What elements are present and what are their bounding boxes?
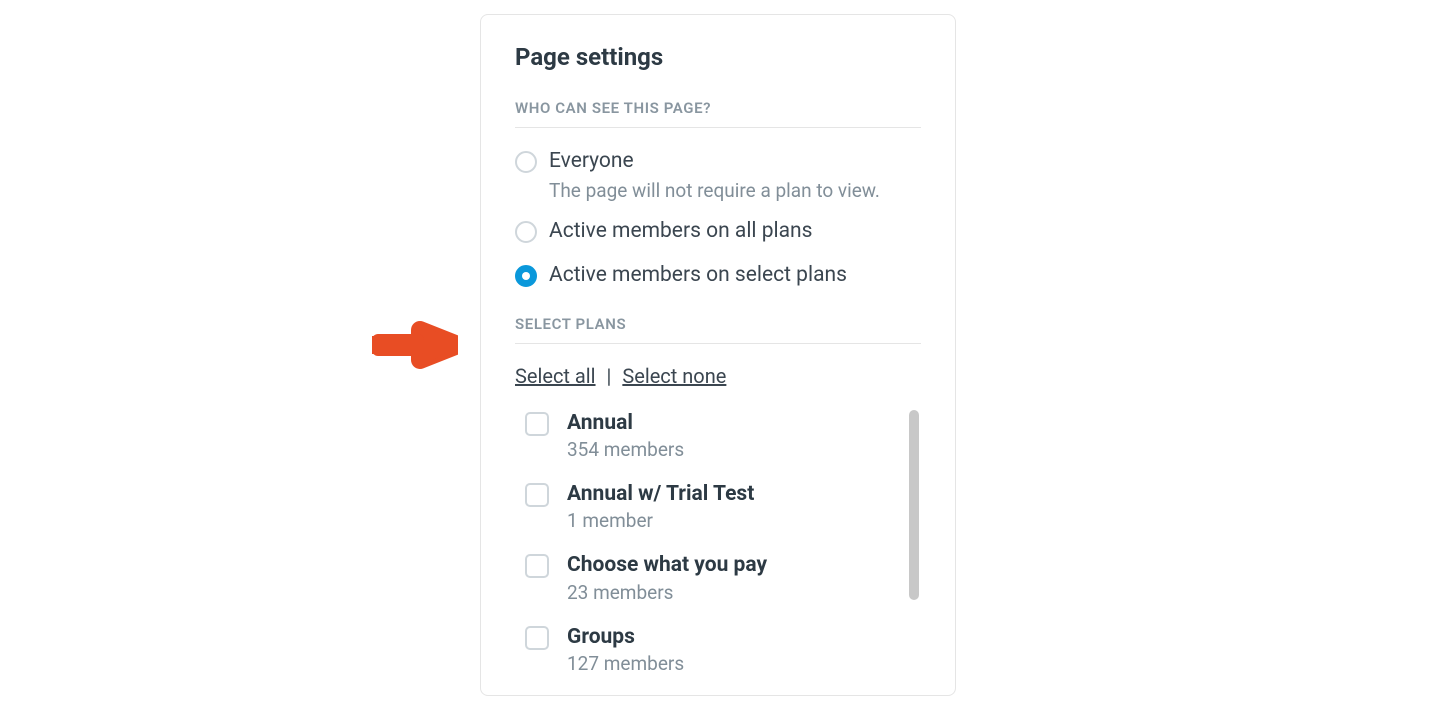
radio-text: Everyone The page will not require a pla… — [549, 148, 921, 202]
plan-list-container: Annual 354 members Annual w/ Trial Test … — [515, 410, 921, 675]
visibility-radio-group: Everyone The page will not require a pla… — [515, 148, 921, 289]
plan-item: Groups 127 members — [525, 624, 889, 675]
plan-item: Choose what you pay 23 members — [525, 552, 889, 603]
radio-icon — [515, 265, 537, 287]
plan-item: Annual w/ Trial Test 1 member — [525, 481, 889, 532]
plan-text: Choose what you pay 23 members — [567, 552, 889, 603]
visibility-section-label: WHO CAN SEE THIS PAGE? — [515, 99, 921, 128]
select-none-link[interactable]: Select none — [622, 364, 726, 388]
radio-label: Everyone — [549, 148, 921, 175]
visibility-option-all-plans[interactable]: Active members on all plans — [515, 218, 921, 245]
plan-members: 23 members — [567, 581, 889, 604]
radio-text: Active members on select plans — [549, 262, 921, 289]
plan-name: Annual w/ Trial Test — [567, 481, 889, 507]
plan-name: Groups — [567, 624, 889, 650]
plan-members: 1 member — [567, 509, 889, 532]
radio-label: Active members on select plans — [549, 262, 921, 289]
plan-text: Annual w/ Trial Test 1 member — [567, 481, 889, 532]
plan-checkbox[interactable] — [525, 554, 549, 578]
page-title: Page settings — [515, 43, 921, 71]
plan-checkbox[interactable] — [525, 626, 549, 650]
plan-text: Annual 354 members — [567, 410, 889, 461]
select-plans-links: Select all | Select none — [515, 364, 921, 388]
plan-checkbox[interactable] — [525, 412, 549, 436]
page-settings-panel: Page settings WHO CAN SEE THIS PAGE? Eve… — [480, 14, 956, 696]
radio-label: Active members on all plans — [549, 218, 921, 245]
plan-name: Annual — [567, 410, 889, 436]
scrollbar-thumb[interactable] — [909, 410, 919, 600]
plan-name: Choose what you pay — [567, 552, 889, 578]
visibility-option-select-plans[interactable]: Active members on select plans — [515, 262, 921, 289]
plan-text: Groups 127 members — [567, 624, 889, 675]
radio-sublabel: The page will not require a plan to view… — [549, 179, 921, 202]
plan-item: Annual 354 members — [525, 410, 889, 461]
radio-icon — [515, 221, 537, 243]
select-plans-section-label: SELECT PLANS — [515, 315, 921, 344]
plan-list: Annual 354 members Annual w/ Trial Test … — [525, 410, 911, 675]
visibility-option-everyone[interactable]: Everyone The page will not require a pla… — [515, 148, 921, 202]
radio-text: Active members on all plans — [549, 218, 921, 245]
select-all-link[interactable]: Select all — [515, 364, 596, 388]
pointer-arrow-icon — [372, 310, 458, 380]
plan-members: 127 members — [567, 652, 889, 675]
plan-checkbox[interactable] — [525, 483, 549, 507]
plan-members: 354 members — [567, 438, 889, 461]
radio-icon — [515, 151, 537, 173]
separator: | — [596, 364, 623, 388]
